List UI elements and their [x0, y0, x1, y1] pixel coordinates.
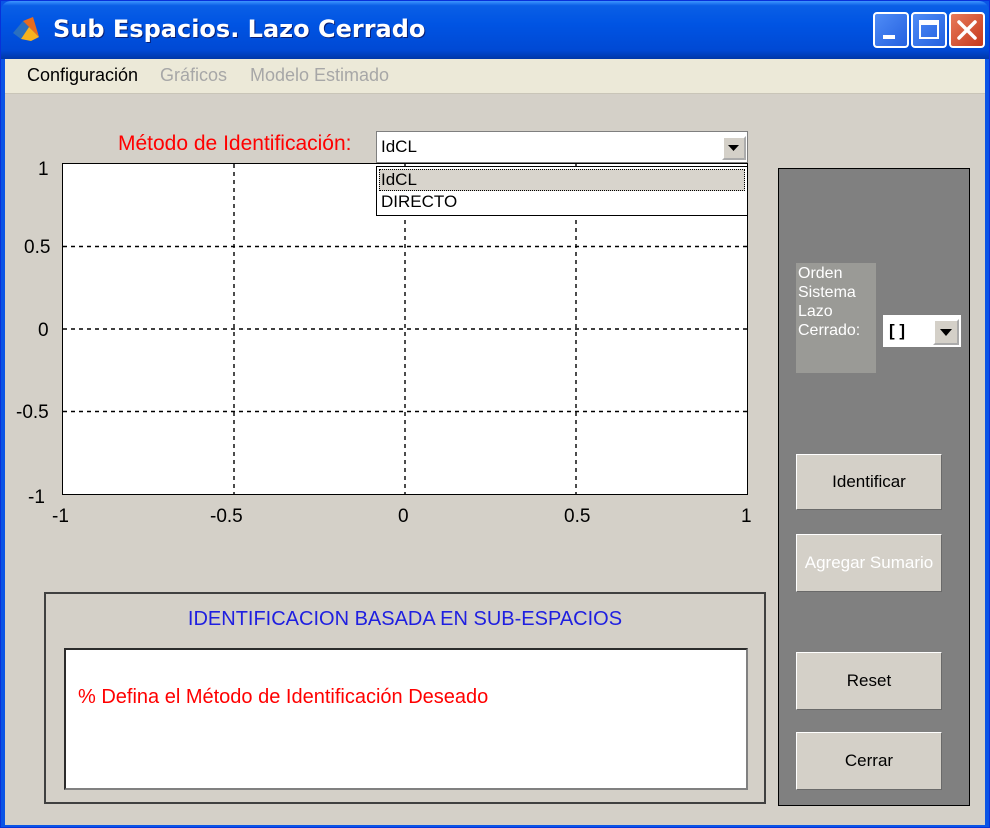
x-tick-label: -1 — [52, 506, 69, 527]
title-bar[interactable]: Sub Espacios. Lazo Cerrado — [1, 1, 989, 59]
close-icon — [957, 20, 977, 40]
y-tick-label: 1 — [38, 159, 49, 180]
order-popup[interactable]: [ ] — [882, 314, 962, 348]
minimize-icon — [883, 35, 895, 39]
maximize-icon — [919, 20, 939, 39]
identificar-button[interactable]: Identificar — [796, 454, 942, 510]
y-tick-label: -0.5 — [16, 402, 49, 423]
close-button[interactable] — [949, 12, 985, 48]
method-popup[interactable]: IdCL — [376, 131, 748, 163]
summary-message-box[interactable]: % Defina el Método de Identificación Des… — [64, 648, 748, 790]
chevron-down-icon — [940, 329, 952, 336]
menu-bar: Configuración Gráficos Modelo Estimado — [5, 59, 985, 94]
menu-graficos: Gráficos — [160, 65, 228, 85]
window-title: Sub Espacios. Lazo Cerrado — [53, 15, 426, 43]
summary-message: % Defina el Método de Identificación Des… — [78, 686, 489, 708]
x-tick-label: -0.5 — [210, 506, 243, 527]
agregar-sumario-button: Agregar Sumario — [796, 534, 942, 592]
matlab-logo-icon — [13, 17, 39, 41]
method-dropdown-list: IdCL DIRECTO — [376, 166, 748, 216]
y-tick-label: 0.5 — [24, 237, 51, 258]
maximize-button[interactable] — [911, 12, 947, 48]
method-label: Método de Identificación: — [118, 132, 352, 155]
x-tick-label: 0.5 — [564, 506, 591, 527]
method-option-directo[interactable]: DIRECTO — [379, 191, 745, 213]
order-dropdown-button[interactable] — [933, 319, 959, 345]
order-label: Orden Sistema Lazo Cerrado: — [798, 265, 861, 339]
y-tick-label: -1 — [28, 487, 45, 508]
cerrar-button[interactable]: Cerrar — [796, 732, 942, 790]
menu-modelo-estimado: Modelo Estimado — [250, 65, 390, 85]
menu-configuracion[interactable]: Configuración — [27, 65, 138, 86]
summary-title: IDENTIFICACION BASADA EN SUB-ESPACIOS — [187, 608, 623, 630]
chevron-down-icon — [728, 145, 739, 151]
order-selected-value: [ ] — [889, 321, 906, 340]
reset-button[interactable]: Reset — [796, 652, 942, 710]
y-tick-label: 0 — [38, 320, 49, 341]
x-tick-label: 1 — [741, 506, 752, 527]
x-tick-label: 0 — [398, 506, 409, 527]
minimize-button[interactable] — [873, 12, 909, 48]
method-option-idcl[interactable]: IdCL — [379, 169, 745, 191]
method-selected-value: IdCL — [381, 137, 417, 156]
method-dropdown-button[interactable] — [722, 136, 746, 160]
